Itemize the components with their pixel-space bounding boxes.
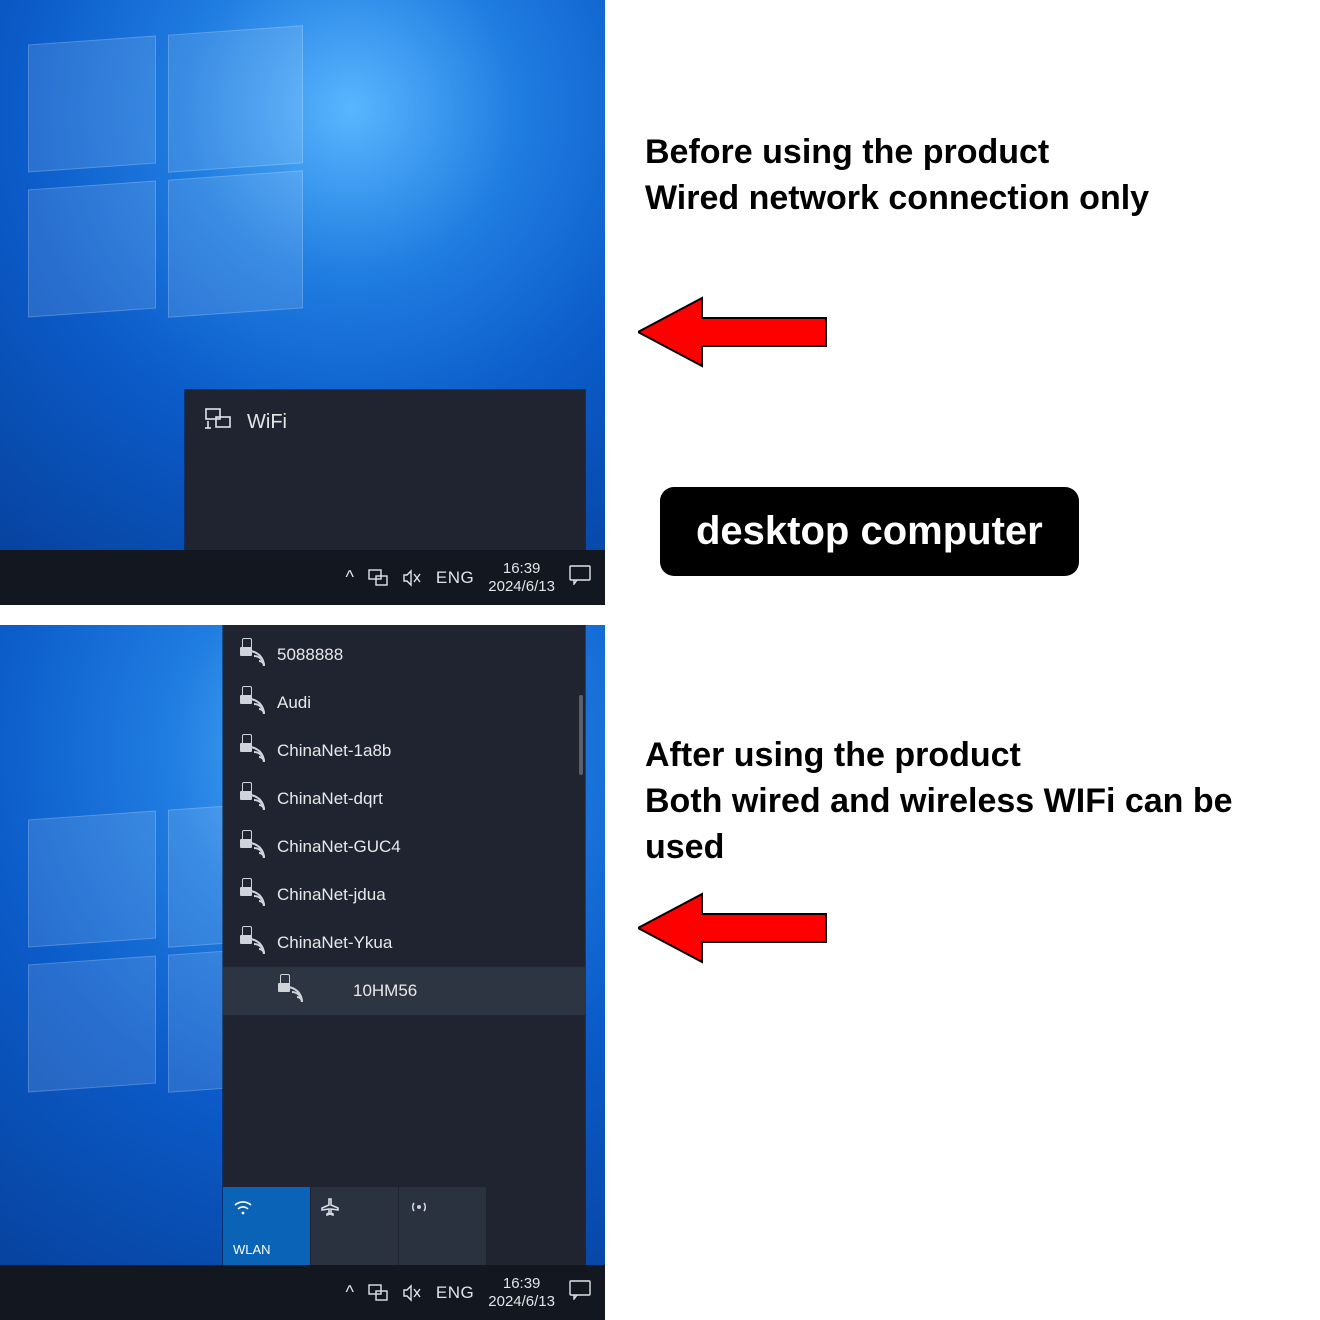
wifi-ssid: 5088888 xyxy=(277,645,343,665)
wifi-flyout: 5088888 Audi ChinaNet-1a8b ChinaNet-dqrt Chi… xyxy=(223,625,585,1265)
caption-after: After using the productBoth wired and wi… xyxy=(645,733,1320,871)
quick-action-tiles: WLAN xyxy=(223,1187,487,1265)
wifi-network-item[interactable]: ChinaNet-GUC4 xyxy=(223,823,585,871)
taskbar-time: 16:39 xyxy=(488,560,555,577)
wlan-tile[interactable]: WLAN xyxy=(223,1187,311,1265)
taskbar-time: 16:39 xyxy=(488,1275,555,1292)
device-label-pill: desktop computer xyxy=(660,487,1079,576)
wifi-ssid: 10HM56 xyxy=(353,981,417,1001)
wifi-ssid: ChinaNet-jdua xyxy=(277,885,386,905)
caption-before: Before using the productWired network co… xyxy=(645,130,1149,222)
network-flyout: WiFi xyxy=(185,390,585,550)
action-center-icon[interactable] xyxy=(569,565,591,590)
wifi-ssid: ChinaNet-1a8b xyxy=(277,741,391,761)
wifi-ssid: ChinaNet-Ykua xyxy=(277,933,392,953)
airplane-icon xyxy=(321,1197,388,1217)
taskbar: ^ ENG 16:39 2024/6/13 xyxy=(0,1265,605,1320)
wifi-network-item[interactable]: ChinaNet-jdua xyxy=(223,871,585,919)
wifi-secured-icon xyxy=(277,980,303,1002)
ethernet-icon xyxy=(205,408,233,436)
wifi-secured-icon xyxy=(239,836,265,858)
wifi-ssid: Audi xyxy=(277,693,311,713)
wifi-network-item[interactable]: Audi xyxy=(223,679,585,727)
wifi-network-item[interactable]: 10HM56 xyxy=(223,967,585,1015)
wifi-ssid: ChinaNet-GUC4 xyxy=(277,837,401,857)
wifi-secured-icon xyxy=(239,692,265,714)
network-tray-icon[interactable] xyxy=(368,569,388,587)
tray-overflow-chevron-icon[interactable]: ^ xyxy=(345,1282,353,1303)
hotspot-tile[interactable] xyxy=(399,1187,487,1265)
volume-muted-icon[interactable] xyxy=(402,569,422,587)
taskbar-date: 2024/6/13 xyxy=(488,1293,555,1310)
hotspot-icon xyxy=(409,1197,476,1217)
tray-overflow-chevron-icon[interactable]: ^ xyxy=(345,567,353,588)
windows-logo-icon xyxy=(28,40,303,315)
network-tray-icon[interactable] xyxy=(368,1284,388,1302)
taskbar: ^ ENG 16:39 2024/6/13 xyxy=(0,550,605,605)
screenshot-after: 5088888 Audi ChinaNet-1a8b ChinaNet-dqrt Chi… xyxy=(0,625,605,1320)
wifi-network-item[interactable]: ChinaNet-1a8b xyxy=(223,727,585,775)
language-indicator[interactable]: ENG xyxy=(436,1283,474,1303)
wlan-tile-label: WLAN xyxy=(233,1242,300,1257)
arrow-left-icon xyxy=(638,292,828,372)
network-flyout-title: WiFi xyxy=(247,411,287,434)
arrow-left-icon xyxy=(638,888,828,968)
taskbar-clock[interactable]: 16:39 2024/6/13 xyxy=(488,560,555,595)
airplane-mode-tile[interactable] xyxy=(311,1187,399,1265)
screenshot-before: WiFi ^ ENG 16:39 2024/6/13 xyxy=(0,0,605,605)
wifi-network-item[interactable]: 5088888 xyxy=(223,631,585,679)
wifi-secured-icon xyxy=(239,644,265,666)
wifi-network-list[interactable]: 5088888 Audi ChinaNet-1a8b ChinaNet-dqrt Chi… xyxy=(223,625,585,1137)
action-center-icon[interactable] xyxy=(569,1280,591,1305)
taskbar-date: 2024/6/13 xyxy=(488,578,555,595)
wifi-secured-icon xyxy=(239,884,265,906)
wifi-icon xyxy=(233,1197,300,1217)
taskbar-clock[interactable]: 16:39 2024/6/13 xyxy=(488,1275,555,1310)
language-indicator[interactable]: ENG xyxy=(436,568,474,588)
wifi-secured-icon xyxy=(239,932,265,954)
wifi-network-item[interactable]: ChinaNet-dqrt xyxy=(223,775,585,823)
wifi-ssid: ChinaNet-dqrt xyxy=(277,789,383,809)
volume-muted-icon[interactable] xyxy=(402,1284,422,1302)
wifi-network-item[interactable]: ChinaNet-Ykua xyxy=(223,919,585,967)
wifi-secured-icon xyxy=(239,788,265,810)
wifi-secured-icon xyxy=(239,740,265,762)
